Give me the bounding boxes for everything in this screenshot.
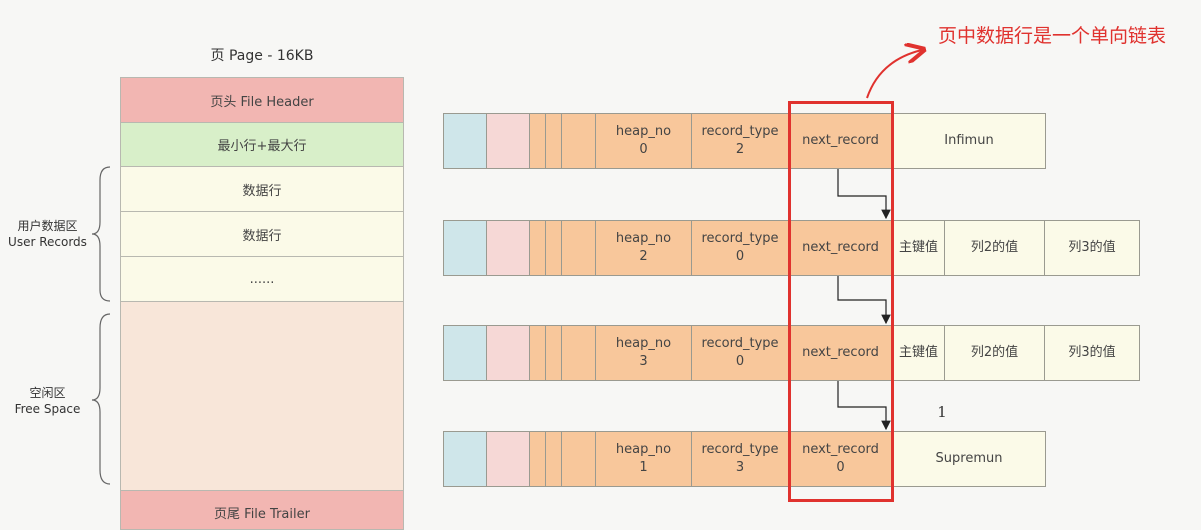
annotation-arrow bbox=[866, 50, 922, 99]
stray-mark: 1 bbox=[937, 403, 947, 421]
linked-list-annotation: 页中数据行是一个单向链表 bbox=[938, 25, 1167, 47]
connector-overlay bbox=[91, 0, 1201, 485]
free-space-brace bbox=[91, 313, 111, 485]
user-records-brace bbox=[91, 166, 111, 302]
next-record-highlight bbox=[788, 101, 894, 502]
